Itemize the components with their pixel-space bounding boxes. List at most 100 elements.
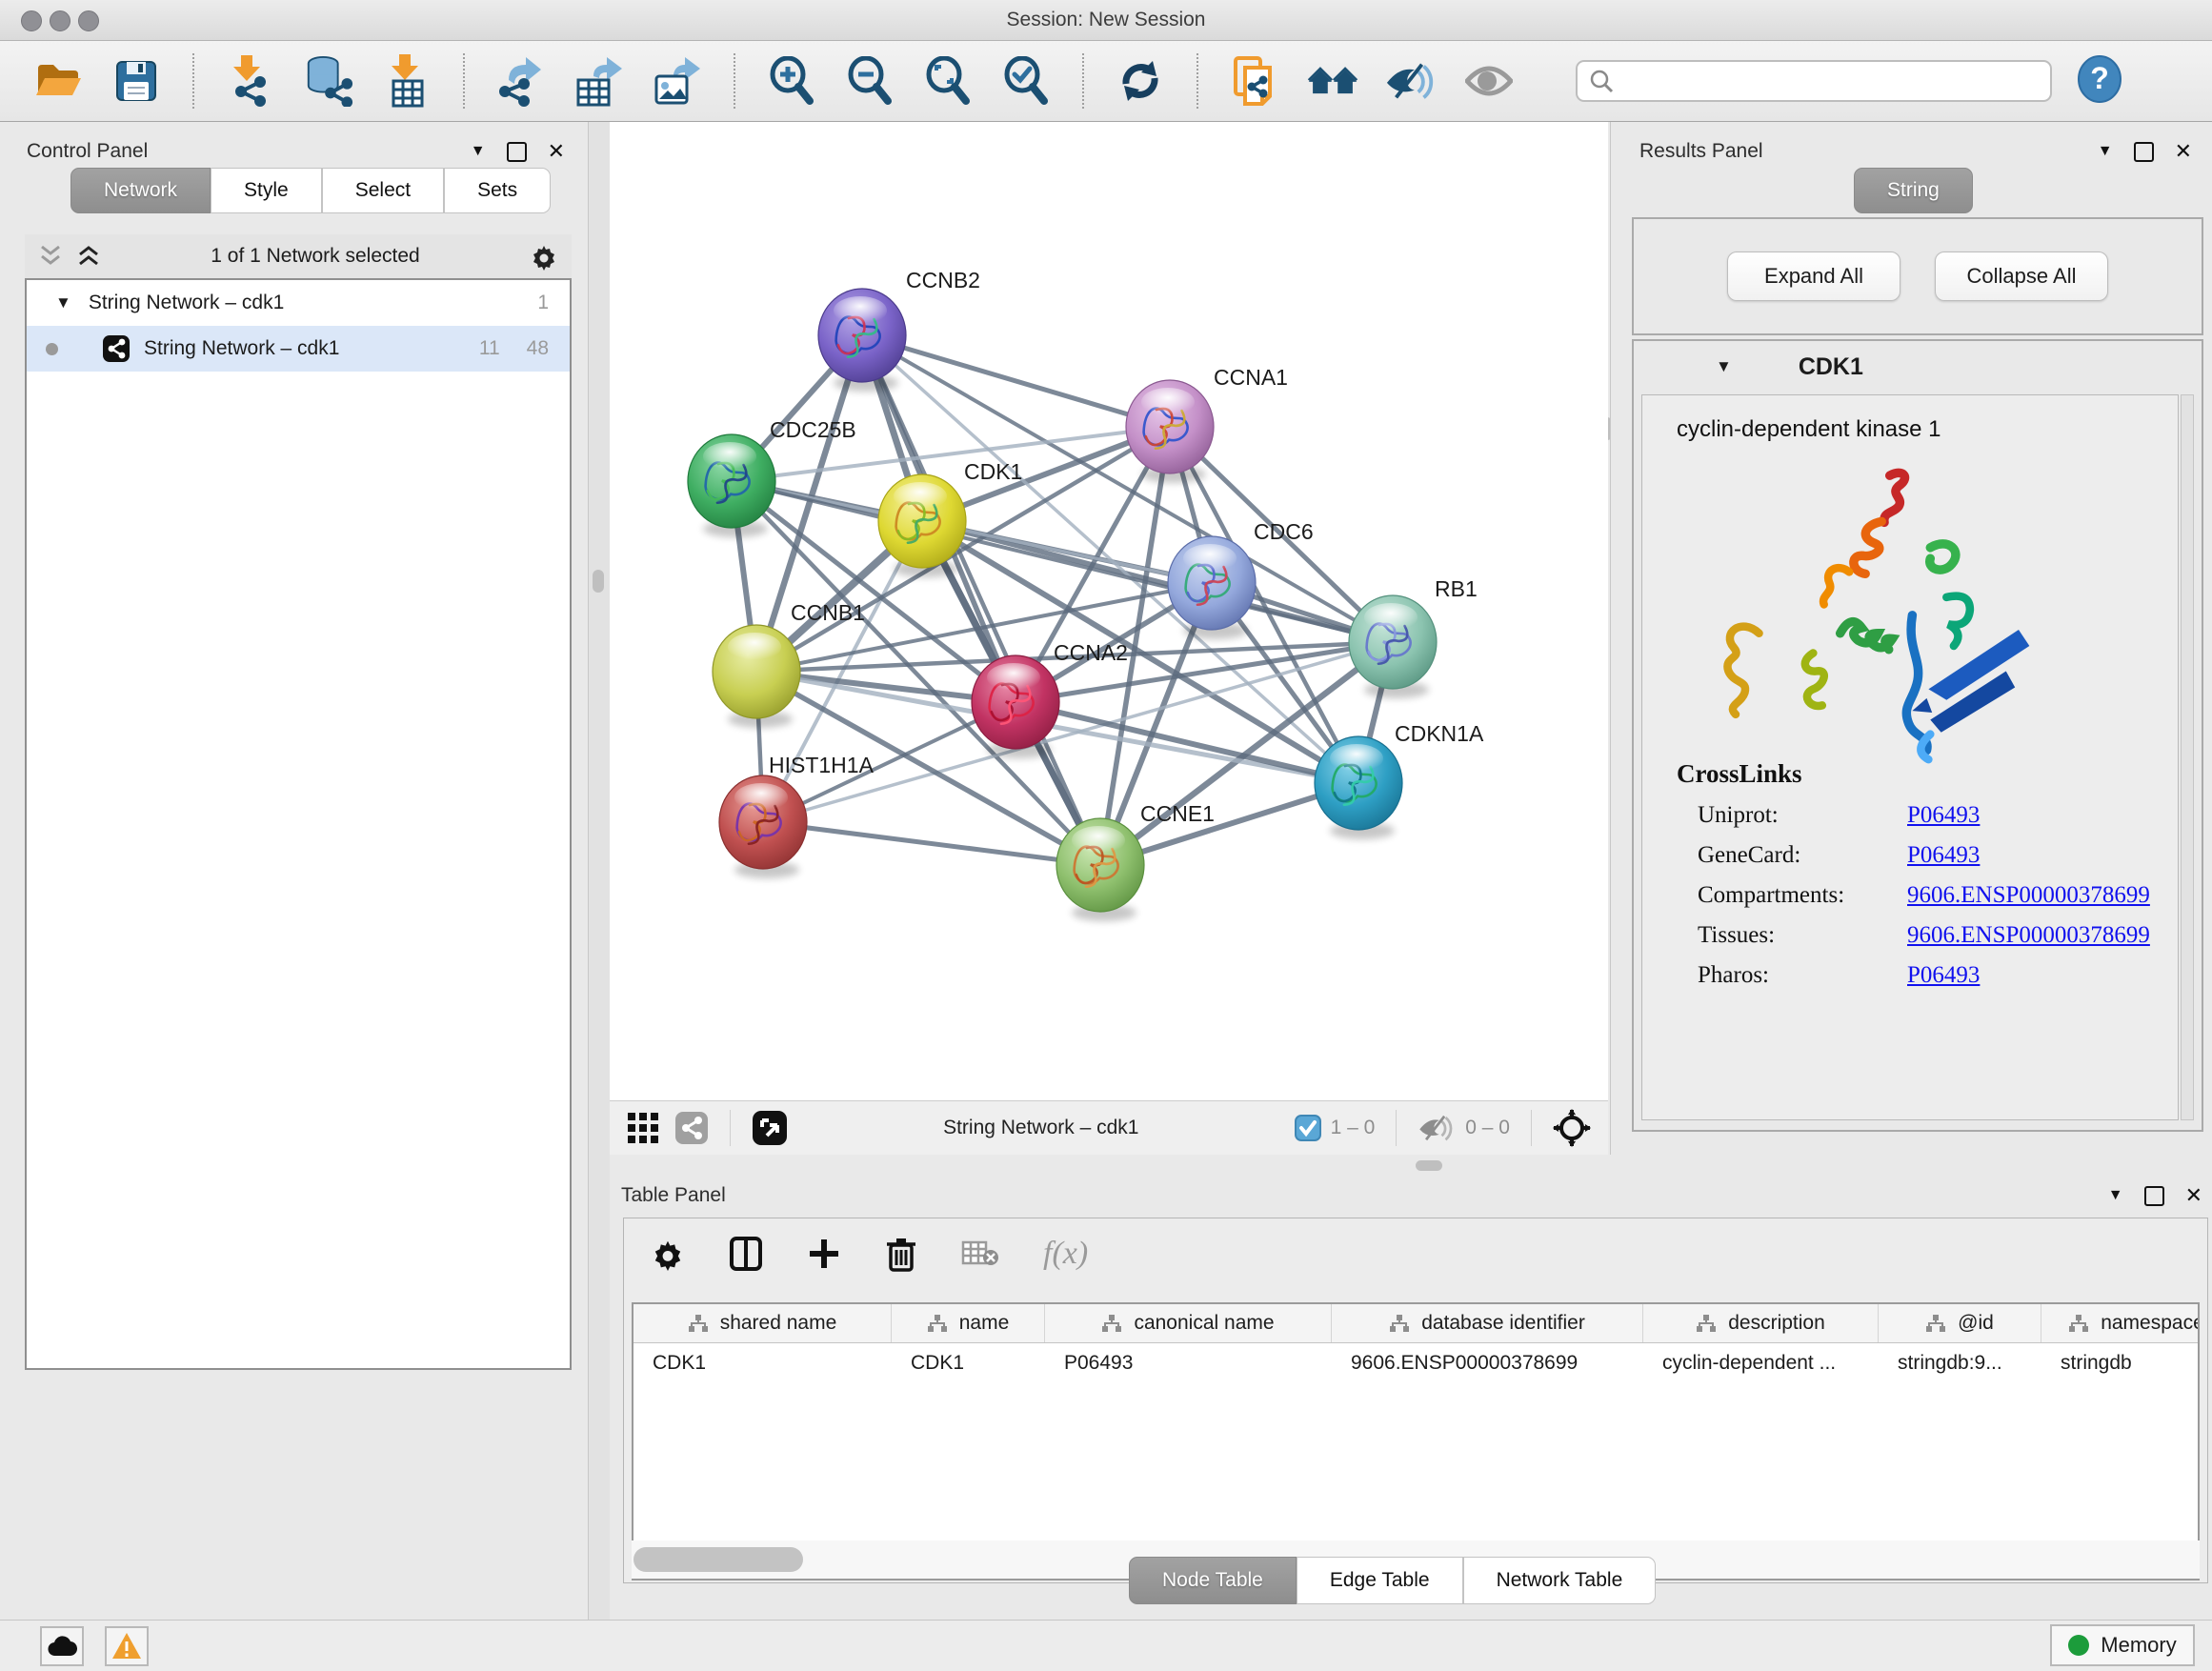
- node-CCNB2[interactable]: CCNB2: [818, 268, 980, 392]
- table-cell[interactable]: P06493: [1045, 1352, 1332, 1375]
- edge-HIST1H1A-CCNE1[interactable]: [763, 822, 1100, 865]
- table-splitter-handle[interactable]: [1416, 1160, 1442, 1171]
- selected-checkbox-icon[interactable]: [1295, 1115, 1321, 1141]
- table-cell[interactable]: 9606.ENSP00000378699: [1332, 1352, 1643, 1375]
- fit-selected-crosshair-icon[interactable]: [1553, 1109, 1591, 1147]
- column-header-id[interactable]: @id: [1879, 1304, 2041, 1342]
- node-CDKN1A[interactable]: CDKN1A: [1315, 721, 1484, 839]
- warning-icon: [111, 1632, 142, 1661]
- tab-select[interactable]: Select: [322, 168, 444, 213]
- table-cell[interactable]: CDK1: [892, 1352, 1045, 1375]
- birdseye-grid-icon[interactable]: [627, 1112, 659, 1144]
- open-session-button[interactable]: [32, 54, 84, 108]
- expand-all-button[interactable]: Expand All: [1727, 252, 1900, 301]
- zoom-out-button[interactable]: [844, 54, 895, 108]
- column-header-canonicalname[interactable]: canonical name: [1045, 1304, 1332, 1342]
- edge-CCNB2-CCNE1[interactable]: [862, 335, 1100, 865]
- close-panel-icon[interactable]: ✕: [2185, 1183, 2202, 1208]
- help-button[interactable]: ?: [2077, 55, 2122, 108]
- float-panel-icon[interactable]: [2134, 142, 2154, 162]
- node-entry-header[interactable]: ▼ CDK1: [1634, 341, 2202, 393]
- memory-button[interactable]: Memory: [2050, 1624, 2195, 1666]
- node-result-entry: ▼ CDK1 cyclin-dependent kinase 1: [1632, 339, 2203, 1132]
- expand-all-icon[interactable]: [76, 245, 101, 268]
- left-splitter-handle[interactable]: [593, 570, 604, 593]
- entry-description: cyclin-dependent kinase 1: [1677, 416, 1941, 443]
- table-cell[interactable]: stringdb: [2041, 1352, 2200, 1375]
- network-collection-row[interactable]: ▼ String Network – cdk1 1: [27, 280, 570, 326]
- tab-node-table[interactable]: Node Table: [1129, 1557, 1297, 1604]
- node-CDK1[interactable]: CDK1: [878, 459, 1022, 577]
- column-header-databaseidentifier[interactable]: database identifier: [1332, 1304, 1643, 1342]
- results-scrollbar[interactable]: [2181, 394, 2194, 1120]
- float-panel-icon[interactable]: [2144, 1186, 2164, 1206]
- zoom-in-button[interactable]: [766, 54, 817, 108]
- table-row[interactable]: CDK1CDK1P064939606.ENSP00000378699cyclin…: [633, 1343, 2198, 1383]
- table-settings-gear-icon[interactable]: [651, 1237, 685, 1271]
- collapse-panel-icon[interactable]: ▼: [2108, 1187, 2123, 1204]
- collapse-panel-icon[interactable]: ▼: [2098, 143, 2113, 160]
- string-network-graph[interactable]: CCNB2CCNA1CDC25BCDK1CDC6RB1CCNB1CCNA2CDK…: [610, 122, 1608, 1100]
- redraw-button[interactable]: [1115, 54, 1166, 108]
- zoom-fit-button[interactable]: [922, 54, 974, 108]
- node-attribute-table[interactable]: shared namenamecanonical namedatabase id…: [632, 1302, 2200, 1580]
- tab-network-table[interactable]: Network Table: [1463, 1557, 1657, 1604]
- node-CDC25B[interactable]: CDC25B: [688, 417, 856, 537]
- tab-sets[interactable]: Sets: [444, 168, 551, 213]
- column-header-sharedname[interactable]: shared name: [633, 1304, 892, 1342]
- collapse-all-button[interactable]: Collapse All: [1935, 252, 2108, 301]
- delete-column-trash-icon[interactable]: [885, 1236, 917, 1272]
- network-view-canvas[interactable]: CCNB2CCNA1CDC25BCDK1CDC6RB1CCNB1CCNA2CDK…: [610, 122, 1608, 1100]
- table-cell[interactable]: cyclin-dependent ...: [1643, 1352, 1879, 1375]
- clone-network-button[interactable]: [1229, 54, 1280, 108]
- double-home-button[interactable]: [1307, 54, 1358, 108]
- node-RB1[interactable]: RB1: [1349, 576, 1478, 698]
- crosslinks-heading: CrossLinks: [1677, 759, 2150, 789]
- table-cell[interactable]: stringdb:9...: [1879, 1352, 2041, 1375]
- crosslink-link[interactable]: P06493: [1907, 842, 1980, 869]
- close-panel-icon[interactable]: ✕: [2175, 139, 2192, 164]
- export-network-button[interactable]: [495, 54, 547, 108]
- collection-expander-icon[interactable]: ▼: [55, 293, 71, 312]
- export-image-button[interactable]: [652, 54, 703, 108]
- tab-style[interactable]: Style: [211, 168, 322, 213]
- crosslink-link[interactable]: P06493: [1907, 802, 1980, 829]
- warnings-button[interactable]: [105, 1626, 149, 1666]
- network-row-selected[interactable]: String Network – cdk1 11 48: [27, 326, 570, 372]
- network-options-gear-icon[interactable]: [530, 242, 558, 271]
- collapse-panel-icon[interactable]: ▼: [471, 143, 486, 160]
- highlight-button[interactable]: [1463, 54, 1515, 108]
- zoom-selected-button[interactable]: [1000, 54, 1052, 108]
- tab-network[interactable]: Network: [70, 168, 211, 213]
- show-columns-icon[interactable]: [729, 1236, 763, 1272]
- scrollbar-thumb[interactable]: [633, 1547, 803, 1572]
- search-field[interactable]: [1576, 60, 2052, 102]
- import-network-file-button[interactable]: [225, 54, 276, 108]
- cloud-status-button[interactable]: [40, 1626, 84, 1666]
- import-table-button[interactable]: [381, 54, 432, 108]
- column-header-namespace[interactable]: namespace: [2041, 1304, 2200, 1342]
- crosslink-link[interactable]: 9606.ENSP00000378699: [1907, 882, 2150, 909]
- tab-edge-table[interactable]: Edge Table: [1297, 1557, 1463, 1604]
- entry-expander-icon[interactable]: ▼: [1716, 357, 1732, 376]
- node-CCNB1[interactable]: CCNB1: [713, 600, 865, 728]
- collapse-all-icon[interactable]: [38, 245, 63, 268]
- float-panel-icon[interactable]: [507, 142, 527, 162]
- node-HIST1H1A[interactable]: HIST1H1A: [719, 753, 875, 878]
- open-in-new-window-icon[interactable]: [752, 1110, 788, 1146]
- table-cell[interactable]: CDK1: [633, 1352, 892, 1375]
- tab-string[interactable]: String: [1854, 168, 1973, 213]
- save-session-button[interactable]: [111, 54, 162, 108]
- graphics-details-button[interactable]: [1385, 54, 1437, 108]
- close-panel-icon[interactable]: ✕: [548, 139, 565, 164]
- export-table-button[interactable]: [573, 54, 625, 108]
- crosslink-link[interactable]: P06493: [1907, 962, 1980, 989]
- crosslink-link[interactable]: 9606.ENSP00000378699: [1907, 922, 2150, 949]
- add-column-icon[interactable]: [807, 1237, 841, 1271]
- search-input[interactable]: [1614, 70, 2027, 93]
- column-header-description[interactable]: description: [1643, 1304, 1879, 1342]
- edge-CCNB2-CCNA1[interactable]: [862, 335, 1170, 427]
- import-network-database-button[interactable]: [303, 54, 354, 108]
- column-header-name[interactable]: name: [892, 1304, 1045, 1342]
- left-splitter[interactable]: [588, 122, 612, 1620]
